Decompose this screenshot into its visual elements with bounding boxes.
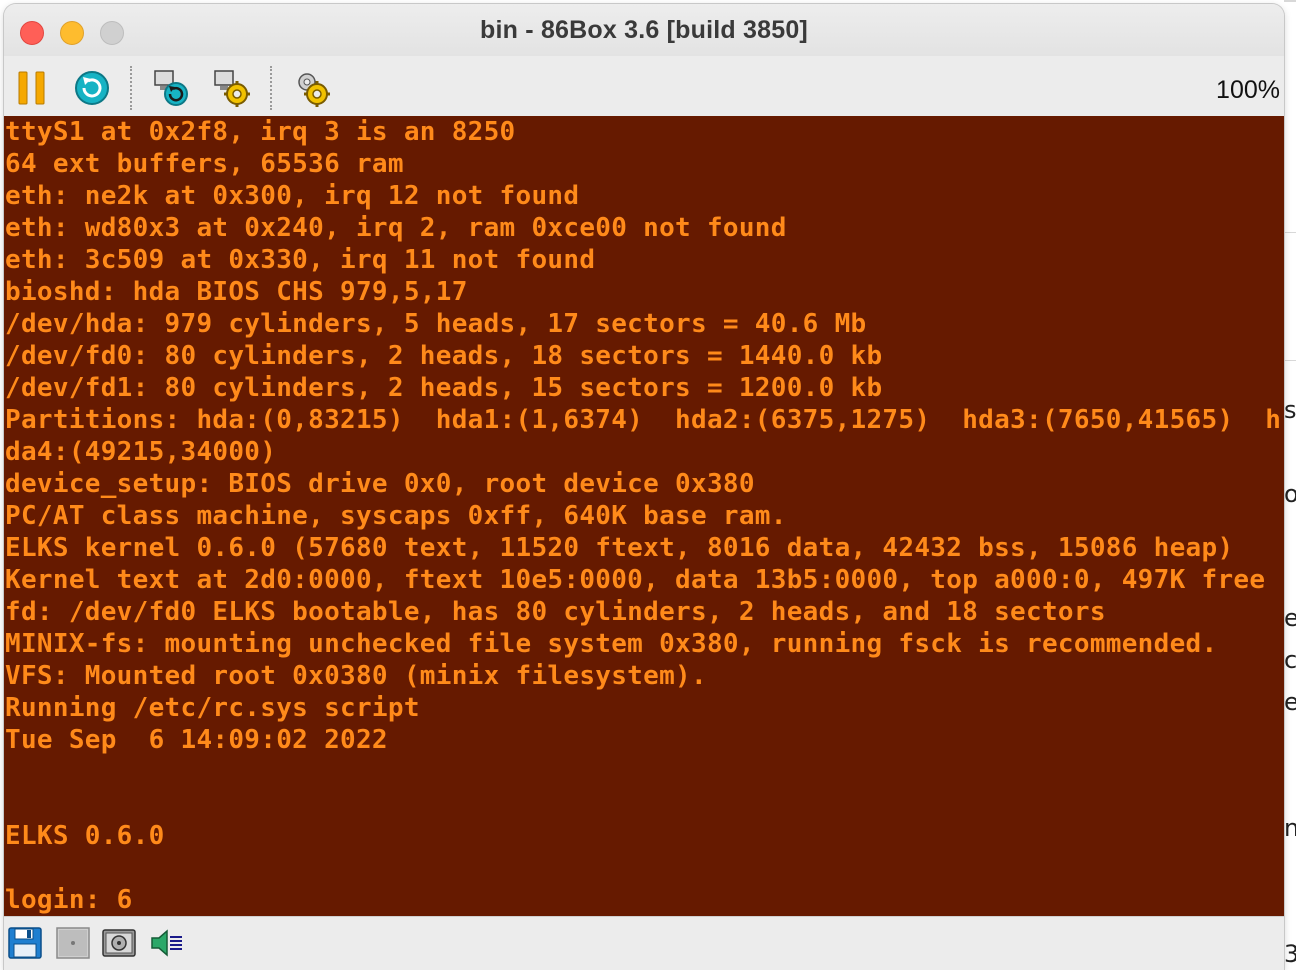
background-glyph: 3 — [1284, 940, 1296, 968]
terminal-line: ttyS1 at 0x2f8, irq 3 is an 8250 — [5, 117, 516, 147]
pause-icon — [18, 71, 45, 105]
login-prompt-line[interactable]: login: 6 — [5, 884, 133, 916]
title-bar[interactable]: bin - 86Box 3.6 [build 3850] — [4, 4, 1284, 56]
terminal-line: da4:(49215,34000) — [5, 437, 277, 467]
sound-status[interactable] — [150, 927, 184, 959]
toolbar: 100% — [4, 56, 1284, 116]
toolbar-separator — [270, 66, 272, 110]
background-divider — [1284, 360, 1296, 361]
background-divider — [1284, 232, 1296, 233]
terminal-line: /dev/fd0: 80 cylinders, 2 heads, 18 sect… — [5, 341, 883, 371]
settings-gear-icon — [214, 70, 250, 107]
terminal-line: Tue Sep 6 14:09:02 2022 — [5, 725, 388, 755]
terminal-line: MINIX-fs: mounting unchecked file system… — [5, 629, 1218, 659]
background-glyph: n — [1284, 814, 1296, 842]
toolbar-separator — [130, 66, 132, 110]
background-glyph: e — [1284, 604, 1296, 632]
window-title: bin - 86Box 3.6 [build 3850] — [480, 16, 808, 44]
terminal-line: Partitions: hda:(0,83215) hda1:(1,6374) … — [5, 405, 1282, 435]
terminal-line: Kernel text at 2d0:0000, ftext 10e5:0000… — [5, 565, 1266, 595]
terminal-line: /dev/hda: 979 cylinders, 5 heads, 17 sec… — [5, 309, 867, 339]
terminal-line: device_setup: BIOS drive 0x0, root devic… — [5, 469, 755, 499]
reset-icon — [75, 71, 109, 105]
background-window-edge: s o e c e n 3 — [1284, 0, 1296, 970]
background-glyph: s — [1284, 396, 1296, 424]
floppy-drive-status[interactable] — [8, 927, 42, 959]
ctrl-alt-del-icon — [154, 70, 188, 106]
terminal-line: bioshd: hda BIOS CHS 979,5,17 — [5, 277, 468, 307]
background-glyph: o — [1284, 480, 1296, 508]
speaker-icon — [151, 929, 182, 957]
emulator-screen[interactable]: ttyS1 at 0x2f8, irq 3 is an 8250 64 ext … — [4, 116, 1284, 916]
terminal-line: ELKS 0.6.0 — [5, 821, 165, 851]
status-bar — [4, 916, 1284, 970]
emulator-window: bin - 86Box 3.6 [build 3850] 100% ttyS1 … — [4, 4, 1284, 970]
cdrom-icon — [56, 927, 90, 959]
hard-disk-icon — [102, 929, 136, 957]
background-glyph: e — [1284, 688, 1296, 716]
terminal-line: Running /etc/rc.sys script — [5, 693, 420, 723]
cdrom-drive-status[interactable] — [56, 927, 90, 959]
reset-button[interactable] — [72, 68, 112, 108]
settings-button[interactable] — [292, 68, 332, 108]
terminal-line: VFS: Mounted root 0x0380 (minix filesyst… — [5, 661, 707, 691]
pause-button[interactable] — [12, 68, 52, 108]
gear-icon — [298, 73, 330, 107]
hard-disk-status[interactable] — [102, 927, 136, 959]
floppy-disk-icon — [8, 927, 42, 959]
terminal-line: eth: wd80x3 at 0x240, irq 2, ram 0xce00 … — [5, 213, 787, 243]
terminal-line: eth: ne2k at 0x300, irq 12 not found — [5, 181, 580, 211]
terminal-line: ELKS kernel 0.6.0 (57680 text, 11520 fte… — [5, 533, 1234, 563]
terminal-line: fd: /dev/fd0 ELKS bootable, has 80 cylin… — [5, 597, 1106, 627]
terminal-line: 64 ext buffers, 65536 ram — [5, 149, 404, 179]
zoom-level: 100% — [1216, 76, 1280, 104]
ctrl-alt-del-button[interactable] — [152, 68, 192, 108]
background-divider — [1284, 1, 1296, 2]
terminal-line: eth: 3c509 at 0x330, irq 11 not found — [5, 245, 596, 275]
background-glyph: c — [1284, 646, 1296, 674]
terminal-line: /dev/fd1: 80 cylinders, 2 heads, 15 sect… — [5, 373, 883, 403]
terminal-line: PC/AT class machine, syscaps 0xff, 640K … — [5, 501, 787, 531]
machine-settings-button[interactable] — [212, 68, 252, 108]
